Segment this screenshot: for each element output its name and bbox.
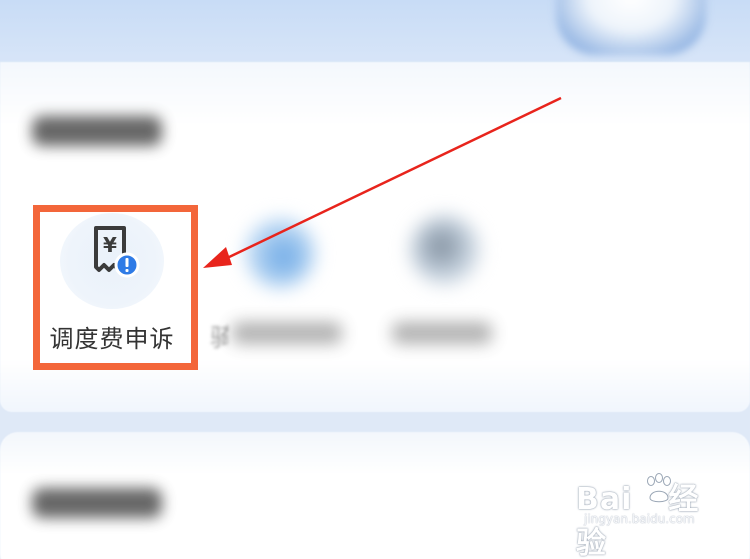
watermark-url: jingyan.baidu.com: [584, 512, 695, 526]
baidu-paw-icon: [647, 473, 671, 503]
arrow-head: [203, 247, 232, 268]
baidu-jingyan-watermark: Bai 经验 jingyan.baidu.com: [576, 473, 726, 559]
